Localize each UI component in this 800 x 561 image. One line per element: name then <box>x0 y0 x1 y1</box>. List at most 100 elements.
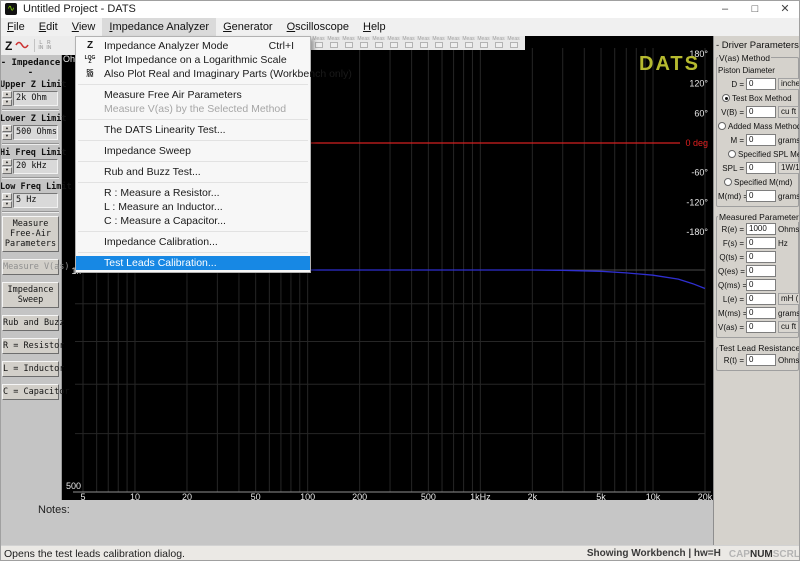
menu-impedance-analyzer[interactable]: Impedance Analyzer <box>102 18 216 36</box>
toolbar-meas-button[interactable]: Meas <box>402 37 415 49</box>
button-r-resistor[interactable]: R = Resistor <box>2 338 59 354</box>
phase-tick-label: -60° <box>691 168 708 178</box>
menu-view[interactable]: View <box>65 18 103 36</box>
notes-field[interactable] <box>70 502 707 542</box>
group-measured-parameters: Measured ParametersR(e) =1000OhmsF(s) =0… <box>716 216 799 338</box>
menu-item-c-measure-a-capacitor[interactable]: C : Measure a Capacitor... <box>76 214 310 228</box>
impedance-mode-icon[interactable]: Z <box>5 39 12 53</box>
row-r-t: R(t) =0Ohms <box>718 354 797 366</box>
menu-item-label: Measure Free Air Parameters <box>104 89 242 101</box>
x-tick-label: 20k <box>698 492 713 500</box>
spin-down-button[interactable]: ▼ <box>2 167 12 174</box>
menu-item-label: The DATS Linearity Test... <box>104 124 226 136</box>
toolbar-meas-button[interactable]: Meas <box>372 37 385 49</box>
spl-input[interactable]: 0 <box>746 162 776 174</box>
m-input[interactable]: 0 <box>746 134 776 146</box>
m-ms-input[interactable]: 0 <box>746 307 776 319</box>
menu-item-measure-free-air-parameters[interactable]: Measure Free Air Parameters <box>76 88 310 102</box>
menu-item-l-measure-an-inductor[interactable]: L : Measure an Inductor... <box>76 200 310 214</box>
menu-item-r-measure-a-resistor[interactable]: R : Measure a Resistor... <box>76 186 310 200</box>
inches-unit[interactable]: inches <box>778 78 800 90</box>
button-impedance-sweep[interactable]: ImpedanceSweep <box>2 282 59 308</box>
f-s-input[interactable]: 0 <box>746 237 776 249</box>
q-es-input[interactable]: 0 <box>746 265 776 277</box>
v-b-input[interactable]: 0 <box>746 106 776 118</box>
menu-item-measure-v-as-by-the-selected-method[interactable]: Measure V(as) by the Selected Method <box>76 102 310 116</box>
lower-z-limit-value[interactable]: 500 Ohms <box>13 125 58 140</box>
button-c-capacitor[interactable]: C = Capacitor <box>2 384 59 400</box>
v-as-input[interactable]: 0 <box>746 321 776 333</box>
toolbar-meas-button[interactable]: Meas <box>327 37 340 49</box>
toolbar-meas-button[interactable]: Meas <box>447 37 460 49</box>
r-t-input[interactable]: 0 <box>746 354 776 366</box>
toolbar-meas-button[interactable]: Meas <box>417 37 430 49</box>
menu-item-also-plot-real-and-imaginary-parts-workbench-only[interactable]: RE/IMAlso Plot Real and Imaginary Parts … <box>76 67 310 81</box>
toolbar-meas-button[interactable]: Meas <box>387 37 400 49</box>
toolbar-meas-button[interactable]: Meas <box>492 37 505 49</box>
menu-separator <box>78 140 308 141</box>
spin-up-button[interactable]: ▲ <box>2 91 12 98</box>
toolbar-meas-button[interactable]: Meas <box>462 37 475 49</box>
maximize-button[interactable]: □ <box>740 0 770 18</box>
toolbar-meas-button[interactable]: Meas <box>477 37 490 49</box>
toolbar-meas-button[interactable]: Meas <box>312 37 325 49</box>
cu-ft-unit[interactable]: cu ft <box>778 321 799 333</box>
spin-down-button[interactable]: ▼ <box>2 133 12 140</box>
low-freq-limit-value[interactable]: 5 Hz <box>13 193 58 208</box>
l-e-input[interactable]: 0 <box>746 293 776 305</box>
minimize-button[interactable]: – <box>710 0 740 18</box>
meas-icon-glyph <box>405 42 413 48</box>
m-md-input[interactable]: 0 <box>746 190 776 202</box>
menu-item-the-dats-linearity-test[interactable]: The DATS Linearity Test... <box>76 123 310 137</box>
button-rub-and-buzz[interactable]: Rub and Buzz <box>2 315 59 331</box>
menu-item-impedance-analyzer-mode[interactable]: ZImpedance Analyzer ModeCtrl+I <box>76 39 310 53</box>
button-label: Free-Air <box>3 229 58 239</box>
toolbar-meas-button[interactable]: Meas <box>342 37 355 49</box>
upper-z-limit-value[interactable]: 2k Ohm <box>13 91 58 106</box>
q-ms-input[interactable]: 0 <box>746 279 776 291</box>
1w-1m-unit[interactable]: 1W/1m <box>778 162 800 174</box>
menu-item-test-leads-calibration[interactable]: Test Leads Calibration... <box>76 256 310 270</box>
d-input[interactable]: 0 <box>746 78 776 90</box>
sidebar-separator <box>2 143 59 145</box>
spin-up-button[interactable]: ▲ <box>2 125 12 132</box>
menu-item-plot-impedance-on-a-logarithmic-scale[interactable]: LOGZPlot Impedance on a Logarithmic Scal… <box>76 53 310 67</box>
spin-down-button[interactable]: ▼ <box>2 201 12 208</box>
menu-edit[interactable]: Edit <box>32 18 65 36</box>
menu-item-impedance-sweep[interactable]: Impedance Sweep <box>76 144 310 158</box>
toolbar-meas-button[interactable]: Meas <box>357 37 370 49</box>
menu-file[interactable]: File <box>0 18 32 36</box>
hi-freq-limit-value[interactable]: 20 kHz <box>13 159 58 174</box>
right-input-icon[interactable]: RIN <box>46 41 51 51</box>
added-mass-method-radio[interactable] <box>718 122 726 130</box>
row-specified-m-md: Specified M(md) <box>718 176 797 188</box>
specified-m-md-radio[interactable] <box>724 178 732 186</box>
specified-spl-method-radio[interactable] <box>728 150 736 158</box>
test-box-method-radio[interactable] <box>722 94 730 102</box>
menu-item-shortcut: Ctrl+I <box>269 40 310 52</box>
spin-up-button[interactable]: ▲ <box>2 159 12 166</box>
close-button[interactable]: ✕ <box>770 0 800 18</box>
menu-item-impedance-calibration[interactable]: Impedance Calibration... <box>76 235 310 249</box>
menu-generator[interactable]: Generator <box>216 18 280 36</box>
spin-up-button[interactable]: ▲ <box>2 193 12 200</box>
grams-unit: grams <box>778 192 800 201</box>
cu-ft-unit[interactable]: cu ft <box>778 106 799 118</box>
meas-icon-glyph <box>510 42 518 48</box>
r-e-input[interactable]: 1000 <box>746 223 776 235</box>
hi-freq-limit-control: ▲▼20 kHz <box>0 159 61 174</box>
menu-separator <box>78 84 308 85</box>
toolbar-meas-button[interactable]: Meas <box>507 37 520 49</box>
q-ts-input[interactable]: 0 <box>746 251 776 263</box>
menu-oscilloscope[interactable]: Oscilloscope <box>280 18 356 36</box>
menu-help[interactable]: Help <box>356 18 393 36</box>
button-measure-free-air-parameters[interactable]: MeasureFree-AirParameters <box>2 216 59 252</box>
generator-wave-icon[interactable] <box>15 37 31 55</box>
spin-down-button[interactable]: ▼ <box>2 99 12 106</box>
button-l-inductor[interactable]: L = Inductor <box>2 361 59 377</box>
menu-item-rub-and-buzz-test[interactable]: Rub and Buzz Test... <box>76 165 310 179</box>
toolbar-meas-button[interactable]: Meas <box>432 37 445 49</box>
mh-10k-unit[interactable]: mH (10k) <box>778 293 800 305</box>
button-measure-v-as[interactable]: Measure V(as) <box>2 259 59 275</box>
left-input-icon[interactable]: LIN <box>38 41 43 51</box>
